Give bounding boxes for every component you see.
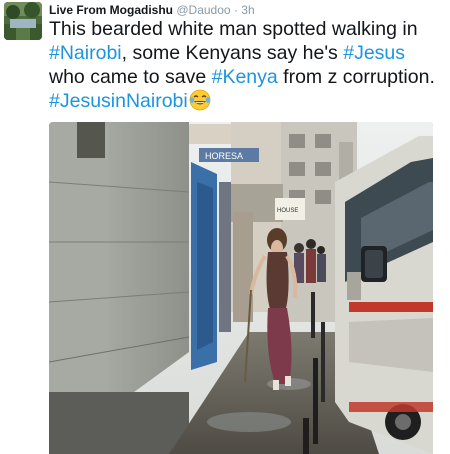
tweet-header: Live From Mogadishu @Daudoo · 3h — [49, 2, 255, 18]
tweet-text-segment: from z corruption. — [277, 66, 435, 88]
display-name[interactable]: Live From Mogadishu — [49, 3, 173, 17]
separator-dot: · — [233, 3, 238, 17]
laughing-emoji-icon — [189, 89, 211, 111]
sign-house: HOUSE — [277, 208, 298, 214]
street-photo: HORESA HOUSE — [49, 122, 433, 454]
tweet-text-segment: , some Kenyans say he's — [121, 42, 344, 64]
hashtag-jesus[interactable]: #Jesus — [343, 42, 405, 64]
tweet: Live From Mogadishu @Daudoo · 3h This be… — [0, 0, 450, 454]
avatar[interactable] — [4, 2, 42, 40]
tweet-text-segment: This bearded white man spotted walking i… — [49, 18, 418, 40]
user-handle[interactable]: @Daudoo — [176, 3, 230, 17]
avatar-image — [4, 2, 42, 40]
hashtag-jesusinnairobi[interactable]: #JesusinNairobi — [49, 90, 188, 112]
timestamp[interactable]: 3h — [241, 3, 254, 17]
tweet-text-segment: who came to save — [49, 66, 212, 88]
tweet-photo[interactable]: HORESA HOUSE — [49, 122, 433, 454]
tweet-text: This bearded white man spotted walking i… — [49, 17, 445, 113]
sign-horesa: HORESA — [205, 151, 243, 161]
hashtag-kenya[interactable]: #Kenya — [212, 66, 278, 88]
hashtag-nairobi[interactable]: #Nairobi — [49, 42, 122, 64]
